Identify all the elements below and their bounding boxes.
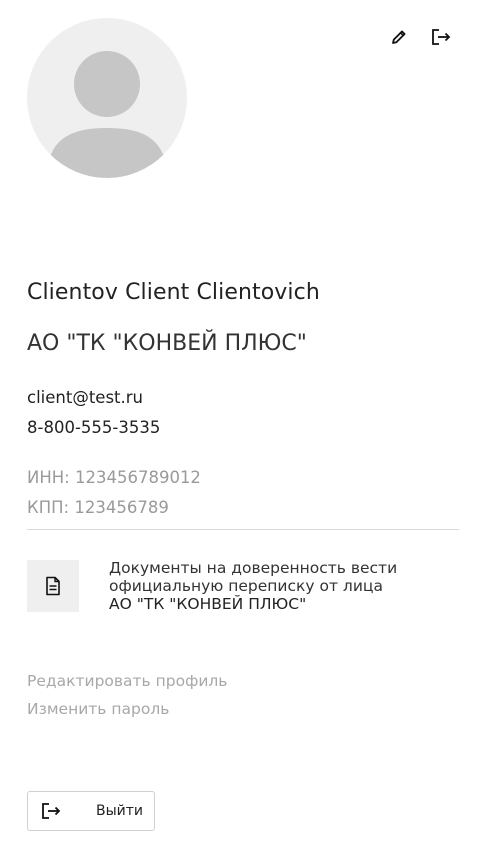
divider — [27, 529, 459, 530]
profile-kpp: КПП: 123456789 — [27, 498, 169, 517]
profile-phone: 8-800-555-3535 — [27, 418, 161, 437]
change-password-link[interactable]: Изменить пароль — [27, 700, 169, 718]
document-description: Документы на доверенность вести официаль… — [109, 559, 449, 613]
logout-icon-button[interactable] — [430, 26, 452, 48]
document-line-2: официальную переписку от лица — [109, 577, 383, 595]
logout-icon — [432, 29, 451, 45]
profile-email: client@test.ru — [27, 388, 143, 407]
logout-icon — [40, 800, 62, 822]
profile-inn: ИНН: 123456789012 — [27, 468, 201, 487]
logout-button-label: Выйти — [96, 803, 144, 819]
document-line-1: Документы на доверенность вести — [109, 559, 398, 577]
pencil-icon — [392, 30, 406, 44]
header-actions — [388, 26, 452, 48]
profile-company: АО "ТК "КОНВЕЙ ПЛЮС" — [27, 331, 307, 356]
logout-button[interactable]: Выйти — [27, 791, 155, 831]
document-button[interactable] — [27, 560, 79, 612]
edit-profile-button[interactable] — [388, 26, 410, 48]
profile-full-name: Clientov Client Clientovich — [27, 280, 320, 305]
avatar-placeholder-icon — [47, 51, 167, 178]
document-company: АО "ТК "КОНВЕЙ ПЛЮС" — [109, 595, 307, 613]
avatar — [27, 18, 187, 178]
document-icon — [46, 576, 60, 596]
edit-profile-link[interactable]: Редактировать профиль — [27, 672, 227, 690]
